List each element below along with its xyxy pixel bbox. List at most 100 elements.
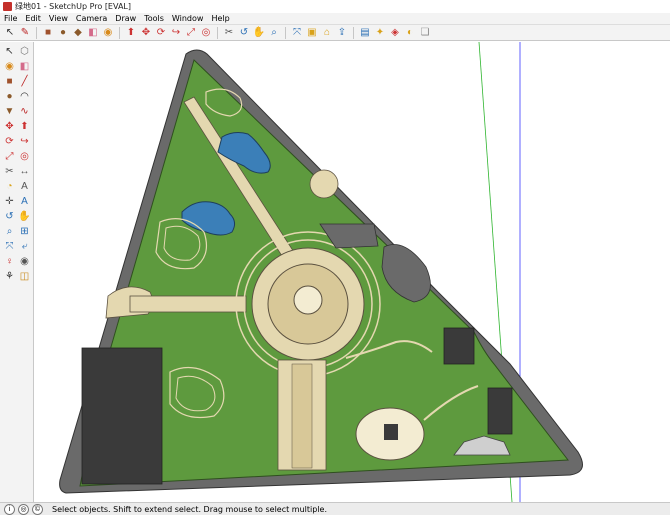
components-button[interactable]: ▣ xyxy=(305,26,319,39)
circle-tool-button[interactable]: ● xyxy=(3,90,16,103)
paint-bucket-icon: ◉ xyxy=(5,60,14,72)
walk-tool-button[interactable]: ⚘ xyxy=(3,270,16,283)
push-pull-tool-button[interactable]: ⬆ xyxy=(18,120,31,133)
previous-view-tool-button[interactable]: ⤶ xyxy=(18,240,31,253)
walk-icon: ⚘ xyxy=(5,270,14,282)
offset-icon: ◎ xyxy=(201,26,211,38)
offset-tool-button[interactable]: ◎ xyxy=(18,150,31,163)
protractor-icon: ◔ xyxy=(6,180,13,192)
menu-window[interactable]: Window xyxy=(172,14,204,23)
model-scene[interactable] xyxy=(34,42,670,502)
share-model-button[interactable]: ⇪ xyxy=(335,26,349,39)
eraser-tool-button[interactable]: ◧ xyxy=(18,60,31,73)
menu-file[interactable]: File xyxy=(4,14,17,23)
eraser-button[interactable]: ◧ xyxy=(86,26,100,39)
arc-icon: ◠ xyxy=(20,90,29,102)
rotate-button[interactable]: ⟳ xyxy=(154,26,168,39)
zoom-extents-tool-button[interactable]: ⤧ xyxy=(3,240,16,253)
rectangle-icon: ■ xyxy=(44,26,52,38)
menu-draw[interactable]: Draw xyxy=(115,14,136,23)
toolbar-separator xyxy=(36,26,37,39)
section-plane-tool-button[interactable]: ◫ xyxy=(18,270,31,283)
orbit-tool-button[interactable]: ↺ xyxy=(3,210,16,223)
zoom-window-tool-button[interactable]: ⊞ xyxy=(18,225,31,238)
sketchup-logo-icon xyxy=(3,2,12,11)
extension-button[interactable]: ✦ xyxy=(373,26,387,39)
toolbar-separator xyxy=(217,26,218,39)
tape-measure-button[interactable]: ✂ xyxy=(222,26,236,39)
toolbar-separator xyxy=(119,26,120,39)
toolbar-separator xyxy=(353,26,354,39)
scale-button[interactable]: ⤢ xyxy=(184,26,198,39)
pan-icon: ✋ xyxy=(252,26,266,38)
arc-tool-button[interactable]: ◠ xyxy=(18,90,31,103)
menu-tools[interactable]: Tools xyxy=(144,14,164,23)
tape-measure-icon: ✂ xyxy=(224,26,234,38)
orbit-button[interactable]: ↺ xyxy=(237,26,251,39)
pan-button[interactable]: ✋ xyxy=(252,26,266,39)
drawing-viewport[interactable] xyxy=(34,42,670,502)
zoom-extents-button[interactable]: ⤧ xyxy=(290,26,304,39)
large-tool-set: ↖ ⬡ ◉ ◧ ■ ╱ ● ◠ ▼ ∿ ✥ ⬆ ⟳ ↪ ⤢ ◎ ✂ ↔ ◔ A ✛ A ↺ ✋ ⌕ ⊞ ⤧ ⤶ ♀ ◉ ⚘ ◫ xyxy=(0,42,34,502)
pan-icon: ✋ xyxy=(18,210,31,222)
credits-icon[interactable]: © xyxy=(32,503,43,515)
line-tool-button[interactable]: ╱ xyxy=(18,75,31,88)
scale-tool-button[interactable]: ⤢ xyxy=(3,150,16,163)
menu-camera[interactable]: Camera xyxy=(76,14,107,23)
main-toolbar: ↖ ✎ ■ ● ◆ ◧ ◉ ⬆ ✥ ⟳ ↪ ⤢ ◎ ✂ ↺ ✋ ⌕ ⤧ ▣ ⌂ ⇪ ▤ ✦ ◈ ◐ ❏ xyxy=(0,25,670,41)
eraser-icon: ◧ xyxy=(88,26,98,38)
make-component-tool-button[interactable]: ⬡ xyxy=(18,45,31,58)
3d-text-tool-button[interactable]: A xyxy=(18,195,31,208)
rectangle-button[interactable]: ■ xyxy=(41,26,55,39)
menu-view[interactable]: View xyxy=(49,14,68,23)
circle-icon: ● xyxy=(6,90,13,102)
paint-bucket-tool-button[interactable]: ◉ xyxy=(3,60,16,73)
move-tool-button[interactable]: ✥ xyxy=(3,120,16,133)
dimension-tool-button[interactable]: ↔ xyxy=(18,165,31,178)
offset-icon: ◎ xyxy=(20,150,29,162)
layout-button[interactable]: ▤ xyxy=(358,26,372,39)
look-around-tool-button[interactable]: ◉ xyxy=(18,255,31,268)
circle-button[interactable]: ● xyxy=(56,26,70,39)
position-camera-tool-button[interactable]: ♀ xyxy=(3,255,16,268)
polygon-tool-button[interactable]: ▼ xyxy=(3,105,16,118)
zoom-tool-button[interactable]: ⌕ xyxy=(3,225,16,238)
tape-measure-tool-button[interactable]: ✂ xyxy=(3,165,16,178)
section-plane-icon: ◫ xyxy=(19,270,30,282)
scene-button[interactable]: ❏ xyxy=(418,26,432,39)
pan-tool-button[interactable]: ✋ xyxy=(18,210,31,223)
polygon-button[interactable]: ◆ xyxy=(71,26,85,39)
info-icon[interactable]: i xyxy=(4,503,15,515)
offset-button[interactable]: ◎ xyxy=(199,26,213,39)
pencil-button[interactable]: ✎ xyxy=(18,26,32,39)
follow-me-tool-button[interactable]: ↪ xyxy=(18,135,31,148)
status-hint: Select objects. Shift to extend select. … xyxy=(52,504,328,514)
geo-location-icon[interactable]: ◎ xyxy=(18,503,29,515)
rotate-icon: ⟳ xyxy=(156,26,166,38)
select-button[interactable]: ↖ xyxy=(3,26,17,39)
style-button[interactable]: ◐ xyxy=(403,26,417,39)
rectangle-tool-button[interactable]: ■ xyxy=(3,75,16,88)
select-icon: ↖ xyxy=(5,45,14,57)
ruby-button[interactable]: ◈ xyxy=(388,26,402,39)
select-tool-button[interactable]: ↖ xyxy=(3,45,16,58)
text-tool-button[interactable]: A xyxy=(18,180,31,193)
parking-ne xyxy=(443,327,475,365)
axes-tool-button[interactable]: ✛ xyxy=(3,195,16,208)
warehouse-button[interactable]: ⌂ xyxy=(320,26,334,39)
move-button[interactable]: ✥ xyxy=(139,26,153,39)
paint-bucket-button[interactable]: ◉ xyxy=(101,26,115,39)
follow-me-button[interactable]: ↪ xyxy=(169,26,183,39)
menu-help[interactable]: Help xyxy=(211,14,229,23)
rotate-icon: ⟳ xyxy=(5,135,14,147)
polygon-icon: ▼ xyxy=(4,105,15,117)
ruby-icon: ◈ xyxy=(391,26,399,38)
rotate-tool-button[interactable]: ⟳ xyxy=(3,135,16,148)
plaza-fountain xyxy=(293,285,323,315)
push-pull-button[interactable]: ⬆ xyxy=(124,26,138,39)
move-icon: ✥ xyxy=(5,120,14,132)
freehand-tool-button[interactable]: ∿ xyxy=(18,105,31,118)
menu-edit[interactable]: Edit xyxy=(25,14,41,23)
zoom-button[interactable]: ⌕ xyxy=(267,26,281,39)
protractor-tool-button[interactable]: ◔ xyxy=(3,180,16,193)
